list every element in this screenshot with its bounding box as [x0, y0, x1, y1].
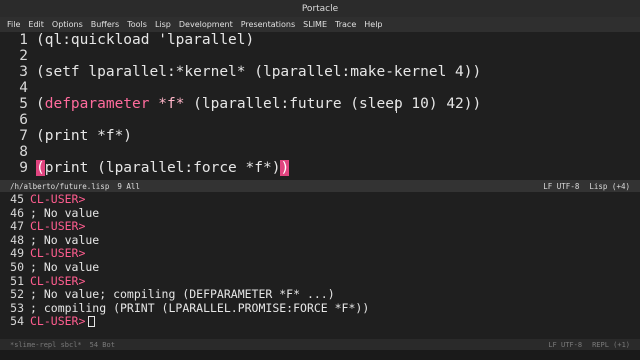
- line-number: 46: [10, 205, 24, 220]
- repl-line: 51 CL-USER>: [0, 273, 640, 289]
- repl-line: 47 CL-USER>: [0, 220, 640, 234]
- repl-prompt: CL-USER>: [30, 219, 86, 234]
- line-number: 47: [10, 219, 24, 234]
- repl-line: 53 ; compiling (PRINT (LPARALLEL.PROMISE:…: [0, 300, 640, 316]
- repl-output: ; No value: [30, 260, 100, 274]
- encoding-indicator: LF UTF-8: [543, 181, 580, 191]
- mouse-ibeam-cursor: [396, 99, 397, 113]
- line-number: 52: [10, 287, 24, 302]
- repl-mode: REPL (+1): [592, 340, 630, 349]
- repl-modeline: *slime-repl sbcl* 54 Bot LF UTF-8 REPL (…: [0, 339, 640, 350]
- repl-position: 54 Bot: [89, 340, 115, 349]
- repl-line: 54 CL-USER>: [0, 315, 640, 329]
- menu-tools[interactable]: Tools: [123, 20, 151, 29]
- repl-prompt: CL-USER>: [30, 273, 86, 288]
- line-number: 50: [10, 260, 24, 274]
- menu-development[interactable]: Development: [175, 20, 237, 29]
- window-title: Portacle: [0, 0, 640, 17]
- menu-lisp[interactable]: Lisp: [151, 20, 175, 29]
- code-line: 9 (print (lparallel:force *f*)): [0, 158, 640, 178]
- line-number: 51: [10, 273, 24, 288]
- repl-output: ; No value; compiling (DEFPARAMETER *F* …: [30, 287, 335, 302]
- repl-prompt: CL-USER>: [30, 246, 86, 261]
- repl-output: ; No value: [30, 205, 100, 220]
- text-cursor: [88, 316, 96, 328]
- repl-line: 50 ; No value: [0, 260, 640, 275]
- repl-line: 48 ; No value: [0, 232, 640, 248]
- editor-modeline: /h/alberto/future.lisp 9 All LF UTF-8 Li…: [0, 180, 640, 192]
- menu-slime[interactable]: SLIME: [299, 20, 331, 29]
- line-number: 49: [10, 246, 24, 261]
- repl-line: 49 CL-USER>: [0, 247, 640, 261]
- line-number: 9: [19, 160, 28, 176]
- line-number: 48: [10, 232, 24, 247]
- menu-presentations[interactable]: Presentations: [237, 20, 299, 29]
- repl-buffer-name: *slime-repl sbcl*: [10, 340, 82, 349]
- line-number: 54: [10, 314, 24, 329]
- menu-buffers[interactable]: Buffers: [87, 20, 123, 29]
- editor-pane[interactable]: 1 (ql:quickload 'lparallel) 2 3 (setf lparal…: [0, 32, 640, 180]
- menu-file[interactable]: File: [3, 20, 24, 29]
- menu-options[interactable]: Options: [48, 20, 87, 29]
- line-number: 45: [10, 192, 24, 206]
- file-path: /h/alberto/future.lisp: [10, 181, 110, 191]
- code-text: (print (lparallel:force *f*)): [36, 160, 290, 176]
- repl-line: 45 CL-USER>: [0, 192, 640, 207]
- repl-line: 52 ; No value; compiling (DEFPARAMETER *F…: [0, 288, 640, 302]
- menu-trace[interactable]: Trace: [331, 20, 360, 29]
- major-mode: Lisp (+4): [589, 181, 630, 191]
- repl-output: ; No value: [30, 232, 100, 247]
- line-number: 53: [10, 300, 24, 315]
- repl-prompt: CL-USER>: [30, 192, 86, 206]
- repl-line: 46 ; No value: [0, 205, 640, 221]
- repl-output: ; compiling (PRINT (LPARALLEL.PROMISE:FO…: [30, 300, 370, 315]
- repl-encoding: LF UTF-8: [548, 340, 583, 349]
- menu-edit[interactable]: Edit: [24, 20, 48, 29]
- minibuffer[interactable]: [0, 350, 640, 360]
- repl-prompt: CL-USER>: [30, 315, 96, 329]
- buffer-position: 9 All: [117, 181, 140, 191]
- menu-help[interactable]: Help: [360, 20, 386, 29]
- repl-pane[interactable]: 45 CL-USER> 46 ; No value 47 CL-USER> 48 ; No v…: [0, 192, 640, 338]
